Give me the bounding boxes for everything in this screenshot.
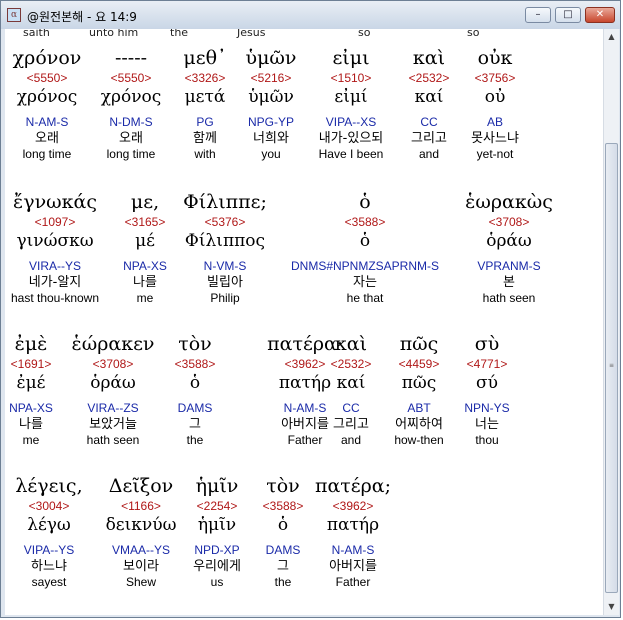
scroll-thumb[interactable]: ≡: [605, 143, 618, 593]
maximize-button[interactable]: □: [555, 7, 581, 23]
interlinear-word[interactable]: οὐκ <3756> οὐ AB 못사느냐 yet-not: [440, 45, 550, 162]
lemma: ὁράω: [486, 231, 532, 251]
partial-word: so: [467, 29, 480, 39]
vertical-scrollbar[interactable]: ▲ ≡ ▼: [603, 29, 619, 615]
english-gloss: yet-not: [476, 147, 514, 161]
greek-word: οὐκ: [477, 47, 513, 69]
interlinear-word[interactable]: ὁ <3588> ὁ DNMS#NPNMZSAPRNM-S 자는 he that: [280, 189, 450, 306]
partial-word: so: [358, 29, 371, 39]
greek-word: τὸν: [178, 333, 212, 355]
lemma: οὐ: [484, 87, 506, 107]
close-button[interactable]: ✕: [585, 7, 615, 23]
greek-word: Φίλιππε;: [183, 191, 267, 213]
korean-gloss: 본: [503, 275, 515, 290]
english-gloss: Philip: [210, 291, 240, 305]
lemma: πατήρ: [326, 515, 380, 535]
strong-number: <3588>: [174, 357, 216, 371]
interlinear-word[interactable]: ἑωρακὼς <3708> ὁράω VPRANM-S 본 hath seen: [454, 189, 564, 306]
strong-number: <3756>: [474, 71, 516, 85]
greek-word: πατέρα;: [314, 475, 392, 497]
minimize-button[interactable]: –: [525, 7, 551, 23]
parsing-code: VPRANM-S: [477, 259, 541, 273]
window-title: @원전본해 - 요 14:9: [27, 10, 137, 24]
korean-gloss: 못사느냐: [471, 131, 519, 146]
lemma: ὁ: [359, 231, 371, 251]
lemma: Φίλιππος: [184, 231, 266, 251]
korean-gloss: 그: [189, 417, 201, 432]
strong-number: <3962>: [332, 499, 374, 513]
parsing-code: DAMS: [177, 401, 213, 415]
partial-word: unto him: [89, 29, 139, 39]
strong-number: <3588>: [344, 215, 386, 229]
parsing-code: N-AM-S: [331, 543, 375, 557]
interlinear-word[interactable]: τὸν <3588> ὁ DAMS 그 the: [140, 331, 250, 448]
app-window: α @원전본해 - 요 14:9 – □ ✕ saith unto him th…: [0, 0, 621, 618]
grip-icon: ≡: [609, 362, 615, 369]
greek-word: ὁ: [359, 191, 371, 213]
parsing-code: NPN-YS: [464, 401, 510, 415]
lemma: σύ: [476, 373, 498, 393]
parsing-code: DNMS#NPNMZSAPRNM-S: [290, 259, 439, 273]
partial-word: the: [170, 29, 189, 39]
greek-word: ἑωρακὼς: [465, 191, 553, 213]
parsing-code: AB: [486, 115, 503, 129]
korean-gloss: 너는: [475, 417, 499, 432]
strong-number: <5376>: [204, 215, 246, 229]
english-gloss: Father: [335, 575, 371, 589]
korean-gloss: 아버지를: [329, 559, 377, 574]
english-gloss: the: [186, 433, 204, 447]
strong-number: <3708>: [488, 215, 530, 229]
english-gloss: he that: [346, 291, 384, 305]
interlinear-word[interactable]: πατέρα; <3962> πατήρ N-AM-S 아버지를 Father: [298, 473, 408, 590]
interlinear-word[interactable]: σὺ <4771> σύ NPN-YS 너는 thou: [432, 331, 542, 448]
korean-gloss: 빌립아: [207, 275, 243, 290]
scroll-down-arrow-icon[interactable]: ▼: [604, 599, 619, 615]
english-gloss: thou: [475, 433, 499, 447]
scroll-up-arrow-icon[interactable]: ▲: [604, 29, 619, 45]
app-icon: α: [7, 8, 21, 22]
korean-gloss: 자는: [353, 275, 377, 290]
title-bar[interactable]: α @원전본해 - 요 14:9 – □ ✕: [1, 1, 620, 29]
partial-word: saith: [23, 29, 50, 39]
english-gloss: hath seen: [482, 291, 536, 305]
strong-number: <4771>: [466, 357, 508, 371]
partial-word: Jesus: [237, 29, 266, 39]
lemma: ὁ: [189, 373, 201, 393]
greek-word: σὺ: [474, 333, 500, 355]
parsing-code: N-VM-S: [203, 259, 247, 273]
verse-view: saith unto him the Jesus so so χρόνον <55…: [5, 29, 603, 615]
interlinear-word[interactable]: Φίλιππε; <5376> Φίλιππος N-VM-S 빌립아 Philip: [170, 189, 280, 306]
